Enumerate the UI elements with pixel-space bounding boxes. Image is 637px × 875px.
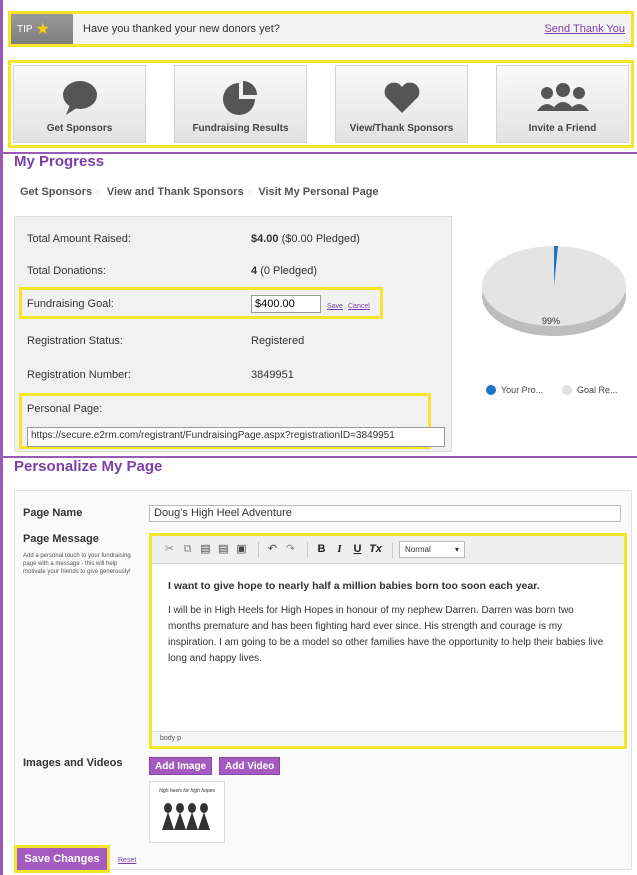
format-select[interactable]: Normal ▾ xyxy=(399,541,465,558)
status-value: Registered xyxy=(251,335,305,347)
tile-view-thank-sponsors[interactable]: View/Thank Sponsors xyxy=(335,65,468,143)
save-changes-button[interactable]: Save Changes xyxy=(17,848,107,870)
people-icon xyxy=(536,83,589,111)
tip-bar: TIP ★ Have you thanked your new donors y… xyxy=(8,11,634,47)
send-thank-you-link[interactable]: Send Thank You xyxy=(544,23,625,35)
goal-cancel-link[interactable]: Cancel xyxy=(348,303,370,310)
media-label: Images and Videos xyxy=(23,757,123,769)
pie-percent-label: 99% xyxy=(542,316,561,326)
paste-icon[interactable]: ▤ xyxy=(198,542,213,557)
page-message-editor[interactable]: ✂ ⧉ ▤ ▤ ▣ ↶ ↷ B I U Tx Normal ▾ I want t… xyxy=(149,533,627,749)
chevron-down-icon: ▾ xyxy=(454,545,459,554)
progress-pie-chart: 99% xyxy=(474,210,634,410)
tip-badge: TIP ★ xyxy=(11,14,73,44)
remove-format-icon[interactable]: Tx xyxy=(368,542,383,557)
personalize-form: Page Name Doug's High Heel Adventure Pag… xyxy=(14,490,632,870)
toolbar-separator xyxy=(392,541,393,558)
page-message-help: Add a personal touch to your fundraising… xyxy=(23,553,131,575)
tile-label: View/Thank Sponsors xyxy=(349,123,454,134)
legend-dot xyxy=(486,385,496,395)
add-image-button[interactable]: Add Image xyxy=(149,757,213,775)
copy-icon[interactable]: ⧉ xyxy=(180,542,195,557)
format-select-value: Normal xyxy=(405,545,431,554)
progress-table: Total Amount Raised: $4.00 ($0.00 Pledge… xyxy=(14,216,452,452)
redo-icon[interactable]: ↷ xyxy=(283,542,298,557)
tip-text: Have you thanked your new donors yet? xyxy=(83,23,280,35)
cut-icon[interactable]: ✂ xyxy=(162,542,177,557)
raised-value-group: $4.00 ($0.00 Pledged) xyxy=(251,233,360,245)
reg-number-label: Registration Number: xyxy=(27,369,131,381)
tile-label: Get Sponsors xyxy=(46,123,113,134)
donations-label: Total Donations: xyxy=(27,265,106,277)
donations-pledged: (0 Pledged) xyxy=(260,265,318,277)
star-icon: ★ xyxy=(35,21,50,38)
status-label: Registration Status: xyxy=(27,335,123,347)
toolbar-separator xyxy=(307,541,308,558)
save-changes-highlight: Save Changes xyxy=(14,845,110,873)
tile-label: Fundraising Results xyxy=(192,123,289,134)
raised-pledged: ($0.00 Pledged) xyxy=(281,233,360,245)
action-tiles: Get Sponsors Fundraising Results View/Th… xyxy=(8,60,634,148)
goal-save-link[interactable]: Save xyxy=(327,303,343,310)
separator: · xyxy=(247,186,252,198)
bold-icon[interactable]: B xyxy=(314,542,329,557)
legend-progress-label: Your Pro... xyxy=(501,385,544,395)
paste-text-icon[interactable]: ▤ xyxy=(216,542,231,557)
speech-bubble-icon xyxy=(62,81,97,115)
editor-headline: I want to give hope to nearly half a mil… xyxy=(168,580,540,592)
legend-goal: Goal Re... xyxy=(562,385,618,395)
page-message-label: Page Message xyxy=(23,533,99,545)
italic-icon[interactable]: I xyxy=(332,542,347,557)
subnav-visit-page[interactable]: Visit My Personal Page xyxy=(258,186,378,198)
raised-label: Total Amount Raised: xyxy=(27,233,131,245)
personalize-title: Personalize My Page xyxy=(14,458,163,475)
subnav-get-sponsors[interactable]: Get Sponsors xyxy=(20,186,92,198)
undo-icon[interactable]: ↶ xyxy=(265,542,280,557)
editor-content[interactable]: I want to give hope to nearly half a mil… xyxy=(152,564,624,677)
my-progress-title: My Progress xyxy=(14,153,105,170)
legend-dot xyxy=(562,385,572,395)
separator: · xyxy=(96,186,100,198)
tip-badge-label: TIP xyxy=(17,23,33,35)
legend-goal-label: Goal Re... xyxy=(577,385,618,395)
legend-progress: Your Pro... xyxy=(486,385,543,395)
pie-svg xyxy=(482,246,626,336)
editor-toolbar: ✂ ⧉ ▤ ▤ ▣ ↶ ↷ B I U Tx Normal ▾ xyxy=(152,536,624,564)
personal-page-label: Personal Page: xyxy=(27,403,103,415)
tile-get-sponsors[interactable]: Get Sponsors xyxy=(13,65,146,143)
personal-page-url-field[interactable]: https://secure.e2rm.com/registrant/Fundr… xyxy=(27,427,445,447)
reg-number-value: 3849951 xyxy=(251,369,294,381)
reset-link[interactable]: Reset xyxy=(118,857,136,864)
tile-invite-friend[interactable]: Invite a Friend xyxy=(496,65,629,143)
editor-paragraph: I will be in High Heels for High Hopes i… xyxy=(168,604,604,664)
uploaded-image-thumbnail[interactable]: high heels for high hopes xyxy=(149,781,225,843)
toolbar-separator xyxy=(258,541,259,558)
goal-label: Fundraising Goal: xyxy=(27,298,114,310)
donations-value-group: 4 (0 Pledged) xyxy=(251,265,317,277)
raised-value: $4.00 xyxy=(251,233,279,245)
page-name-input[interactable]: Doug's High Heel Adventure xyxy=(149,505,621,522)
tile-label: Invite a Friend xyxy=(528,123,597,134)
goal-input[interactable] xyxy=(251,295,321,313)
progress-subnav: Get Sponsors · View and Thank Sponsors · V… xyxy=(20,186,379,198)
paste-word-icon[interactable]: ▣ xyxy=(234,542,249,557)
people-silhouette-icon xyxy=(162,803,210,830)
heart-icon xyxy=(384,82,419,113)
donations-value: 4 xyxy=(251,265,258,277)
editor-status-path: body p xyxy=(152,731,624,746)
tile-fundraising-results[interactable]: Fundraising Results xyxy=(174,65,307,143)
page-name-label: Page Name xyxy=(23,507,83,519)
underline-icon[interactable]: U xyxy=(350,542,365,557)
subnav-view-thank[interactable]: View and Thank Sponsors xyxy=(107,186,244,198)
pie-chart-icon xyxy=(222,81,257,115)
add-video-button[interactable]: Add Video xyxy=(219,757,281,775)
